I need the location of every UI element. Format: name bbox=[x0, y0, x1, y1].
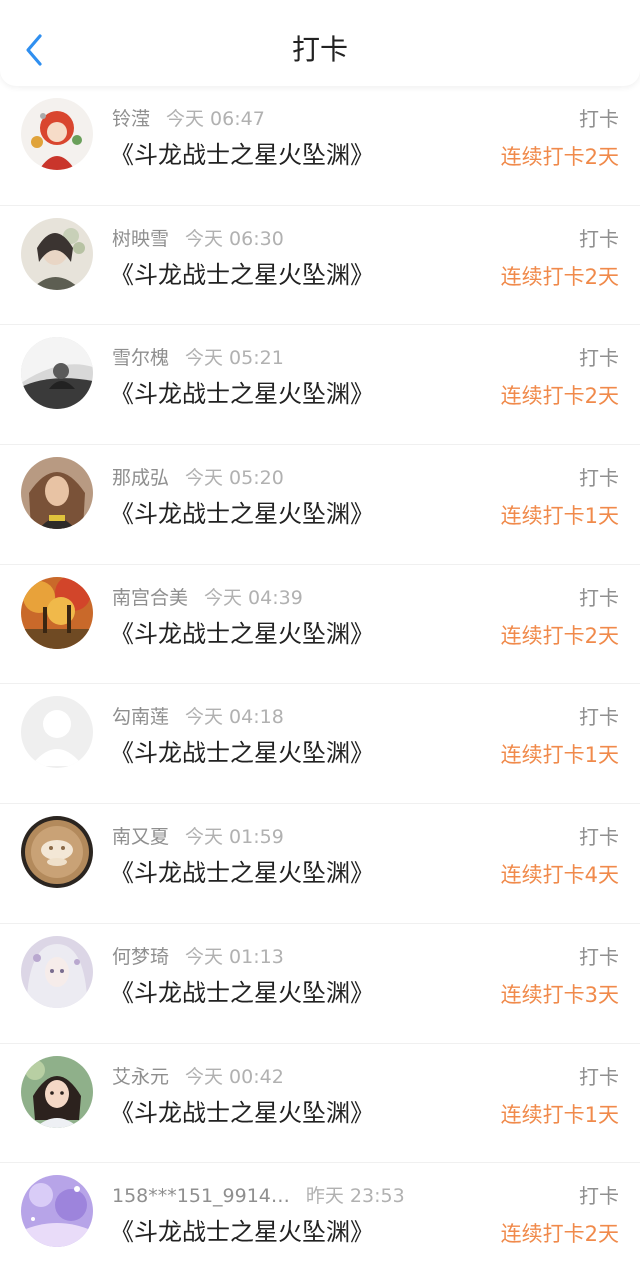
entry-meta: 雪尔槐 今天 05:21 bbox=[112, 343, 284, 373]
entry-meta: 铃滢 今天 06:47 bbox=[112, 104, 265, 134]
entry-meta: 南又夏 今天 01:59 bbox=[112, 822, 284, 852]
page-title: 打卡 bbox=[291, 33, 348, 66]
checkin-label: 打卡 bbox=[579, 825, 619, 850]
avatar[interactable] bbox=[21, 337, 93, 410]
avatar[interactable] bbox=[21, 1055, 93, 1128]
user-name[interactable]: 那成弘 bbox=[112, 463, 169, 493]
user-name[interactable]: 勾南莲 bbox=[112, 702, 169, 732]
checkin-label: 打卡 bbox=[579, 226, 619, 251]
user-name[interactable]: 南又夏 bbox=[112, 822, 169, 852]
streak-label: 连续打卡2天 bbox=[500, 384, 619, 409]
book-title[interactable]: 《斗龙战士之星火坠渊》 bbox=[110, 377, 374, 411]
book-title[interactable]: 《斗龙战士之星火坠渊》 bbox=[110, 1215, 374, 1249]
post-time: 今天 05:20 bbox=[185, 467, 284, 490]
avatar[interactable] bbox=[21, 98, 93, 170]
avatar[interactable] bbox=[21, 217, 93, 290]
list-item[interactable]: 何梦琦 今天 01:13 《斗龙战士之星火坠渊》 打卡 连续打卡3天 bbox=[0, 924, 640, 1044]
checkin-label: 打卡 bbox=[579, 1184, 619, 1209]
list-item[interactable]: 158***151_9914… 昨天 23:53 《斗龙战士之星火坠渊》 打卡 连… bbox=[0, 1163, 640, 1283]
book-title[interactable]: 《斗龙战士之星火坠渊》 bbox=[110, 617, 374, 651]
black-white-photo-avatar-icon bbox=[21, 337, 93, 410]
user-name[interactable]: 树映雪 bbox=[112, 224, 169, 254]
streak-label: 连续打卡2天 bbox=[500, 145, 619, 169]
top-nav-bar: 打卡 bbox=[0, 0, 640, 86]
avatar[interactable] bbox=[21, 935, 93, 1008]
purple-fantasy-avatar-icon bbox=[21, 1175, 93, 1248]
book-title[interactable]: 《斗龙战士之星火坠渊》 bbox=[110, 736, 374, 770]
streak-label: 连续打卡1天 bbox=[500, 1102, 619, 1127]
anime-girl-avatar-icon bbox=[21, 98, 93, 170]
post-time: 今天 01:13 bbox=[185, 945, 284, 968]
avatar[interactable] bbox=[21, 816, 93, 889]
post-time: 今天 04:39 bbox=[204, 586, 303, 609]
checkin-label: 打卡 bbox=[579, 346, 619, 371]
streak-label: 连续打卡3天 bbox=[500, 982, 619, 1007]
entry-meta: 南宫合美 今天 04:39 bbox=[112, 583, 303, 613]
list-item[interactable]: 艾永元 今天 00:42 《斗龙战士之星火坠渊》 打卡 连续打卡1天 bbox=[0, 1044, 640, 1164]
user-name[interactable]: 何梦琦 bbox=[112, 942, 169, 972]
entry-meta: 那成弘 今天 05:20 bbox=[112, 463, 284, 493]
book-title[interactable]: 《斗龙战士之星火坠渊》 bbox=[110, 138, 374, 172]
default-user-avatar-icon bbox=[21, 696, 93, 769]
streak-label: 连续打卡2天 bbox=[500, 264, 619, 289]
book-title[interactable]: 《斗龙战士之星火坠渊》 bbox=[110, 258, 374, 292]
post-time: 今天 01:59 bbox=[185, 826, 284, 849]
latte-art-avatar-icon bbox=[21, 816, 93, 889]
checkin-label: 打卡 bbox=[579, 1064, 619, 1089]
entry-meta: 158***151_9914… 昨天 23:53 bbox=[112, 1181, 405, 1211]
streak-label: 连续打卡1天 bbox=[500, 743, 619, 768]
book-title[interactable]: 《斗龙战士之星火坠渊》 bbox=[110, 856, 374, 890]
list-item[interactable]: 那成弘 今天 05:20 《斗龙战士之星火坠渊》 打卡 连续打卡1天 bbox=[0, 445, 640, 565]
user-name[interactable]: 雪尔槐 bbox=[112, 343, 169, 373]
checkin-label: 打卡 bbox=[579, 107, 619, 131]
checkin-label: 打卡 bbox=[579, 466, 619, 491]
list-item[interactable]: 勾南莲 今天 04:18 《斗龙战士之星火坠渊》 打卡 连续打卡1天 bbox=[0, 684, 640, 805]
checkin-label: 打卡 bbox=[579, 585, 619, 610]
list-item[interactable]: 铃滢 今天 06:47 《斗龙战士之星火坠渊》 打卡 连续打卡2天 bbox=[0, 86, 640, 206]
user-name[interactable]: 艾永元 bbox=[112, 1062, 169, 1092]
list-item[interactable]: 雪尔槐 今天 05:21 《斗龙战士之星火坠渊》 打卡 连续打卡2天 bbox=[0, 325, 640, 446]
entry-meta: 树映雪 今天 06:30 bbox=[112, 224, 284, 254]
book-title[interactable]: 《斗龙战士之星火坠渊》 bbox=[110, 976, 374, 1010]
post-time: 今天 06:30 bbox=[185, 227, 284, 250]
avatar[interactable] bbox=[21, 696, 93, 769]
woman-portrait-avatar-icon bbox=[21, 457, 93, 530]
post-time: 今天 05:21 bbox=[185, 347, 284, 370]
avatar[interactable] bbox=[21, 457, 93, 530]
checkin-label: 打卡 bbox=[579, 705, 619, 730]
entry-meta: 何梦琦 今天 01:13 bbox=[112, 942, 284, 972]
autumn-trees-avatar-icon bbox=[21, 576, 93, 649]
list-item[interactable]: 南又夏 今天 01:59 《斗龙战士之星火坠渊》 打卡 连续打卡4天 bbox=[0, 804, 640, 924]
woman-flowers-avatar-icon bbox=[21, 217, 93, 290]
book-title[interactable]: 《斗龙战士之星火坠渊》 bbox=[110, 497, 374, 531]
streak-label: 连续打卡2天 bbox=[500, 623, 619, 648]
avatar[interactable] bbox=[21, 576, 93, 649]
avatar[interactable] bbox=[21, 1175, 93, 1248]
illustrated-girl-avatar-icon bbox=[21, 1055, 93, 1128]
anime-white-hair-avatar-icon bbox=[21, 935, 93, 1008]
post-time: 今天 04:18 bbox=[185, 706, 284, 729]
list-item[interactable]: 树映雪 今天 06:30 《斗龙战士之星火坠渊》 打卡 连续打卡2天 bbox=[0, 206, 640, 326]
streak-label: 连续打卡1天 bbox=[500, 504, 619, 529]
post-time: 今天 06:47 bbox=[166, 108, 265, 130]
user-name[interactable]: 南宫合美 bbox=[112, 583, 188, 613]
streak-label: 连续打卡4天 bbox=[500, 863, 619, 888]
entry-meta: 勾南莲 今天 04:18 bbox=[112, 702, 284, 732]
checkin-label: 打卡 bbox=[579, 944, 619, 969]
user-name[interactable]: 铃滢 bbox=[112, 104, 150, 134]
streak-label: 连续打卡2天 bbox=[500, 1222, 619, 1247]
user-name[interactable]: 158***151_9914… bbox=[112, 1181, 290, 1211]
post-time: 今天 00:42 bbox=[185, 1065, 284, 1088]
list-item[interactable]: 南宫合美 今天 04:39 《斗龙战士之星火坠渊》 打卡 连续打卡2天 bbox=[0, 565, 640, 685]
book-title[interactable]: 《斗龙战士之星火坠渊》 bbox=[110, 1096, 374, 1130]
entry-meta: 艾永元 今天 00:42 bbox=[112, 1062, 284, 1092]
checkin-list: 铃滢 今天 06:47 《斗龙战士之星火坠渊》 打卡 连续打卡2天 树映雪 今天 0… bbox=[0, 86, 640, 1283]
post-time: 昨天 23:53 bbox=[305, 1185, 405, 1208]
